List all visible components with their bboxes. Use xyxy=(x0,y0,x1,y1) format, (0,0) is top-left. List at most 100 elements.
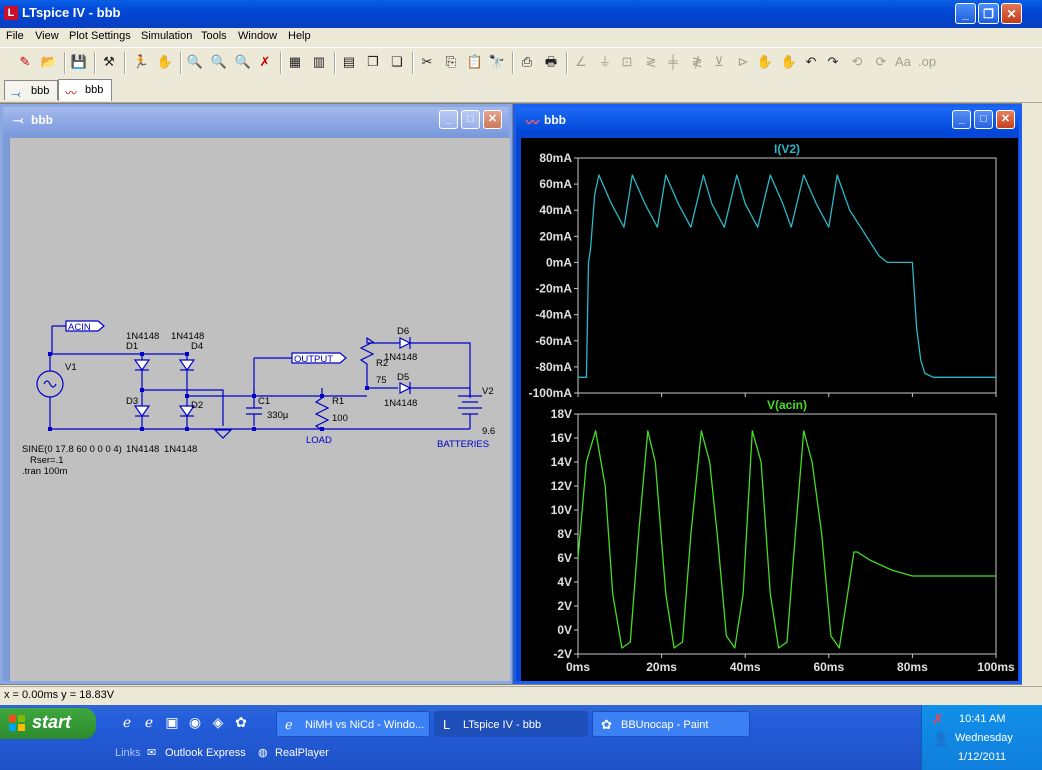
trace-title[interactable]: V(acin) xyxy=(767,398,807,412)
menu-plot-settings[interactable]: Plot Settings xyxy=(69,30,131,42)
menu-file[interactable]: File xyxy=(6,30,24,42)
menu-window[interactable]: Window xyxy=(238,30,277,42)
rotate-icon[interactable]: ⟲ xyxy=(848,53,866,71)
task-ltspice[interactable]: L LTspice IV - bbb xyxy=(434,711,588,737)
trace-title[interactable]: I(V2) xyxy=(774,142,800,156)
move-icon[interactable]: ✋ xyxy=(756,53,774,71)
y-tick-label: -20mA xyxy=(535,282,572,296)
schematic-canvas[interactable]: ACIN OUTPUT V1 SINE(0 17.8 60 0 0 0 4) R… xyxy=(10,138,510,681)
diode-icon[interactable]: ⊻ xyxy=(710,53,728,71)
autorange-y-icon[interactable]: ▥ xyxy=(310,53,328,71)
link-realplayer[interactable]: RealPlayer xyxy=(275,747,329,759)
paste-icon[interactable]: 📋 xyxy=(466,53,484,71)
zoom-in-icon[interactable]: 🔍 xyxy=(186,53,204,71)
task-ie[interactable]: ℯ NiMH vs NiCd - Windo... xyxy=(276,711,430,737)
paint-icon[interactable]: ✿ xyxy=(232,713,250,731)
capacitor-icon[interactable]: ╪ xyxy=(664,53,682,71)
find-icon[interactable]: 🔭 xyxy=(488,53,506,71)
new-schematic-icon[interactable]: ✎ xyxy=(16,53,34,71)
y-tick-label: -2V xyxy=(553,647,572,661)
tab-waveform-label: bbb xyxy=(85,84,104,96)
task-paint[interactable]: ✿ BBUnocap - Paint xyxy=(592,711,750,737)
link-outlook-express[interactable]: Outlook Express xyxy=(165,747,246,759)
windows-flag-icon xyxy=(9,715,25,731)
restore-button[interactable]: ❐ xyxy=(978,3,999,24)
close-button[interactable]: ✕ xyxy=(1001,3,1022,24)
resistor-icon[interactable]: ≷ xyxy=(642,53,660,71)
alert-icon[interactable]: ✗ xyxy=(932,711,944,728)
undo-icon[interactable]: ↶ xyxy=(802,53,820,71)
print-setup-icon[interactable]: ⎙ xyxy=(518,53,536,71)
waveform-maximize-button[interactable]: □ xyxy=(974,110,993,129)
schematic-icon: ⤙ xyxy=(13,112,24,127)
waveform-close-button[interactable]: ✕ xyxy=(996,110,1015,129)
component-icon[interactable]: ⊳ xyxy=(734,53,752,71)
zoom-out-icon[interactable]: 🔍 xyxy=(234,53,252,71)
wire-icon[interactable]: ∠ xyxy=(572,53,590,71)
network-icon[interactable]: 👤 xyxy=(932,731,949,748)
menu-help[interactable]: Help xyxy=(288,30,311,42)
y-tick-label: 8V xyxy=(557,527,572,541)
minimize-button[interactable]: _ xyxy=(955,3,976,24)
y-tick-label: 60mA xyxy=(539,177,572,191)
acin-label: ACIN xyxy=(68,322,91,333)
tab-waveform[interactable]: 〰 bbb xyxy=(58,79,112,101)
pan-icon[interactable]: 🔍 xyxy=(210,53,228,71)
cascade-icon[interactable]: ❐ xyxy=(364,53,382,71)
tile-horizontal-icon[interactable]: ▤ xyxy=(340,53,358,71)
schematic-window[interactable]: ⤙ bbb _ □ ✕ ACIN OUTPUT V1 SINE(0 17.8 6… xyxy=(0,104,512,684)
text-icon[interactable]: Aa xyxy=(894,53,912,71)
menu-tools[interactable]: Tools xyxy=(201,30,227,42)
tile-vertical-icon[interactable]: ❏ xyxy=(388,53,406,71)
halt-icon[interactable]: ✋ xyxy=(156,53,174,71)
messenger-icon[interactable]: ◈ xyxy=(209,713,227,731)
waveform-minimize-button[interactable]: _ xyxy=(952,110,971,129)
y-tick-label: -100mA xyxy=(529,386,573,400)
control-panel-icon[interactable]: ⚒ xyxy=(100,53,118,71)
start-button[interactable]: start xyxy=(0,708,96,739)
ie-icon[interactable]: ℯ xyxy=(118,713,136,731)
app-title-bar[interactable]: L LTspice IV - bbb _ ❐ ✕ xyxy=(0,0,1042,28)
save-icon[interactable]: 💾 xyxy=(70,53,88,71)
schematic-close-button[interactable]: ✕ xyxy=(483,110,502,129)
mirror-icon[interactable]: ⟳ xyxy=(872,53,890,71)
ie-alt-icon[interactable]: ℯ xyxy=(140,713,158,731)
open-icon[interactable]: 📂 xyxy=(40,53,58,71)
spice-directive-icon[interactable]: .op xyxy=(918,53,936,71)
plot-canvas[interactable]: 80mA 60mA 40mA 20mA 0mA -20mA -40mA -60mA -80mA -… xyxy=(521,138,1018,681)
d6-label: D6 xyxy=(397,326,409,337)
c1-label: C1 xyxy=(258,396,270,407)
copy-icon[interactable]: ⎘ xyxy=(442,53,460,71)
batteries-label: BATTERIES xyxy=(437,439,489,450)
folder-icon[interactable]: ▣ xyxy=(163,713,181,731)
x-tick-label: 40ms xyxy=(730,660,761,674)
schematic-minimize-button[interactable]: _ xyxy=(439,110,458,129)
trace-line-1 xyxy=(577,430,996,649)
d5-model: 1N4148 xyxy=(384,398,417,409)
schematic-maximize-button[interactable]: □ xyxy=(461,110,480,129)
autorange-icon[interactable]: ▦ xyxy=(286,53,304,71)
media-player-icon[interactable]: ◉ xyxy=(186,713,204,731)
zoom-cancel-icon[interactable]: ✗ xyxy=(256,53,274,71)
y-tick-label: 10V xyxy=(551,503,572,517)
redo-icon[interactable]: ↷ xyxy=(824,53,842,71)
start-label: start xyxy=(32,712,72,732)
clock-time[interactable]: 10:41 AM xyxy=(959,713,1005,725)
print-icon[interactable]: 🖶 xyxy=(542,53,560,71)
tab-schematic[interactable]: ⤙ bbb xyxy=(4,80,58,101)
cut-icon[interactable]: ✂ xyxy=(418,53,436,71)
ground-icon[interactable]: ⏚ xyxy=(596,53,614,71)
system-tray: ✗ 👤 10:41 AM Wednesday 1/12/2011 xyxy=(921,705,1042,770)
y-tick-label: 0V xyxy=(557,623,572,637)
menu-view[interactable]: View xyxy=(35,30,59,42)
waveform-window[interactable]: 〰 bbb _ □ ✕ 80mA 60mA 40mA 20mA 0mA -20mA -40m… xyxy=(513,104,1022,684)
drag-icon[interactable]: ✋ xyxy=(780,53,798,71)
run-icon[interactable]: 🏃 xyxy=(132,53,150,71)
schematic-window-title-bar[interactable]: ⤙ bbb _ □ ✕ xyxy=(3,107,509,133)
d6-model: 1N4148 xyxy=(384,352,417,363)
label-net-icon[interactable]: ⊡ xyxy=(618,53,636,71)
waveform-window-title-bar[interactable]: 〰 bbb _ □ ✕ xyxy=(516,107,1019,133)
inductor-icon[interactable]: ≹ xyxy=(688,53,706,71)
menu-simulation[interactable]: Simulation xyxy=(141,30,192,42)
schematic-drawing: ACIN OUTPUT V1 SINE(0 17.8 60 0 0 0 4) R… xyxy=(22,320,495,477)
